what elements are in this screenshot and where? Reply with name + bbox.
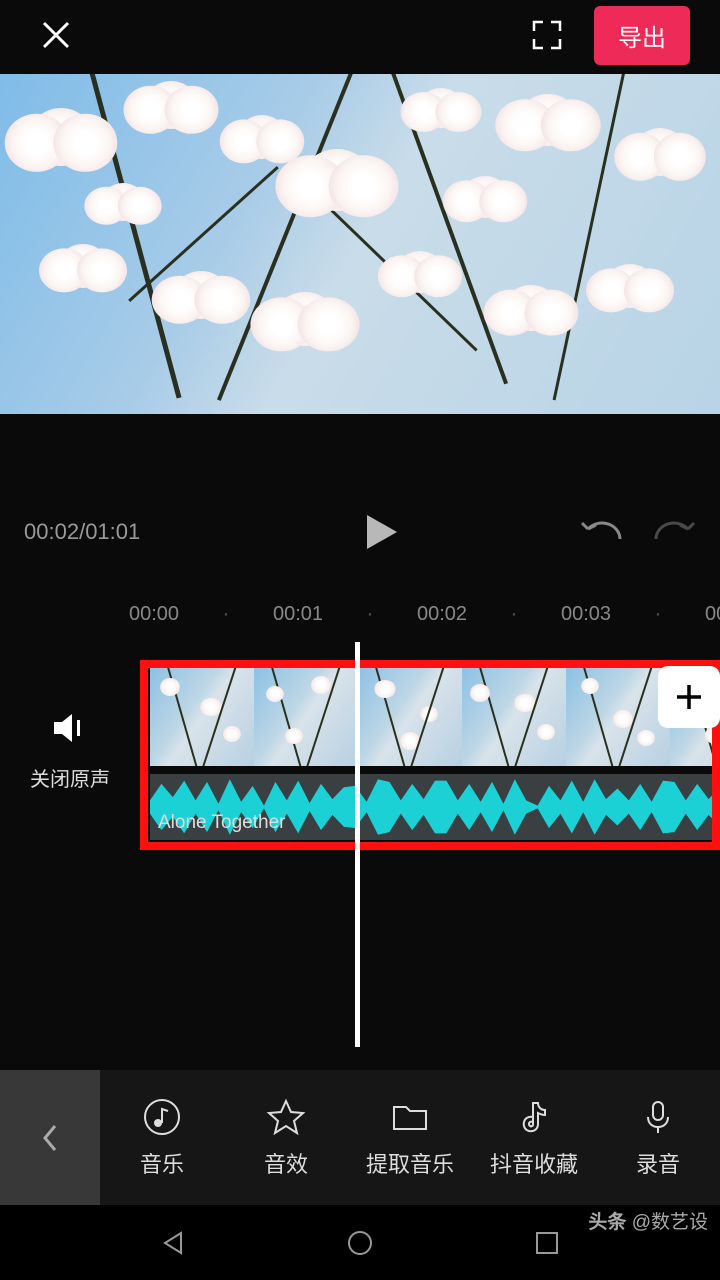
export-button[interactable]: 导出 — [594, 6, 690, 65]
video-preview[interactable] — [0, 74, 720, 414]
nav-home-icon[interactable] — [346, 1229, 374, 1257]
play-icon — [365, 513, 399, 551]
microphone-icon — [638, 1097, 678, 1137]
add-clip-button[interactable] — [658, 666, 720, 728]
fullscreen-icon[interactable] — [530, 18, 564, 52]
ruler-tick: 00:00 — [102, 603, 206, 626]
star-icon — [266, 1097, 306, 1137]
mute-icon[interactable] — [50, 708, 90, 748]
plus-icon — [674, 682, 704, 712]
music-icon — [142, 1097, 182, 1137]
redo-button[interactable] — [654, 517, 696, 547]
clip-thumbnail[interactable] — [358, 666, 462, 766]
watermark: 头条 @数艺设 — [588, 1207, 708, 1234]
tool-label: 录音 — [636, 1147, 680, 1179]
tool-label: 抖音收藏 — [490, 1147, 578, 1179]
clip-thumbnail[interactable] — [566, 666, 670, 766]
video-track[interactable] — [150, 666, 720, 766]
tool-douyin-favorites[interactable]: 抖音收藏 — [472, 1070, 596, 1205]
tool-soundfx[interactable]: 音效 — [224, 1070, 348, 1205]
audio-track-name: Alone Together — [158, 812, 285, 834]
nav-back-icon[interactable] — [159, 1229, 187, 1257]
chevron-left-icon — [41, 1124, 59, 1152]
ruler-tick: 00:01 — [246, 603, 350, 626]
clip-thumbnail[interactable] — [150, 666, 254, 766]
close-icon[interactable] — [40, 19, 72, 51]
time-display: 00:02/01:01 — [24, 519, 184, 545]
ruler-tick: 00:03 — [534, 603, 638, 626]
nav-recent-icon[interactable] — [533, 1229, 561, 1257]
tool-extract-music[interactable]: 提取音乐 — [348, 1070, 472, 1205]
folder-icon — [390, 1097, 430, 1137]
ruler-tick: 00:04 — [678, 603, 720, 626]
tool-label: 音乐 — [140, 1147, 184, 1179]
playhead[interactable] — [355, 642, 360, 1047]
ruler-tick: 00:02 — [390, 603, 494, 626]
mute-label: 关闭原声 — [0, 763, 140, 792]
undo-button[interactable] — [580, 517, 622, 547]
audio-track[interactable]: Alone Together — [150, 774, 720, 840]
bottom-toolbar: 音乐 音效 提取音乐 抖音收藏 录音 — [0, 1070, 720, 1205]
play-button[interactable] — [184, 513, 580, 551]
tool-music[interactable]: 音乐 — [100, 1070, 224, 1205]
back-button[interactable] — [0, 1070, 100, 1205]
clip-thumbnail[interactable] — [254, 666, 358, 766]
tool-label: 音效 — [264, 1147, 308, 1179]
time-ruler[interactable]: 00:00· 00:01· 00:02· 00:03· 00:04· 00:05 — [0, 599, 720, 636]
tool-label: 提取音乐 — [366, 1147, 454, 1179]
clip-thumbnail[interactable] — [462, 666, 566, 766]
douyin-icon — [514, 1097, 554, 1137]
tool-record[interactable]: 录音 — [596, 1070, 720, 1205]
